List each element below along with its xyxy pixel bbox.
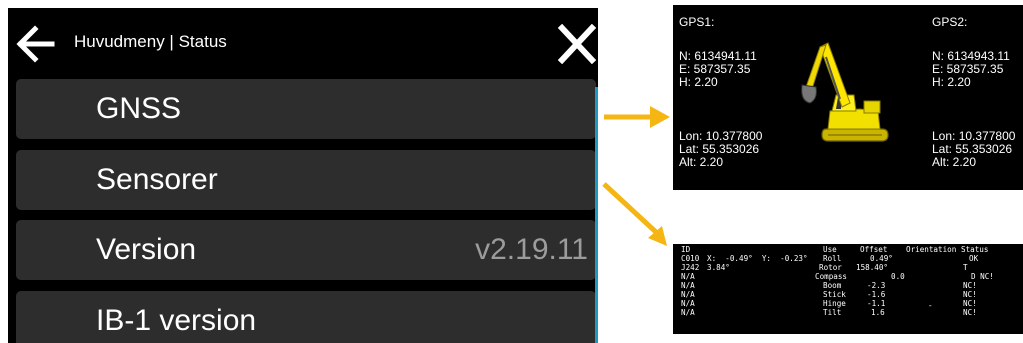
sensor-status-panel: ID Use Offset Orientation Status C010 X:… <box>673 244 1023 334</box>
menu-item-sensorer[interactable]: Sensorer <box>16 150 596 210</box>
sensor-status: T <box>963 263 968 272</box>
sensor-offset: 158.40° <box>856 263 889 272</box>
menu-item-label: Version <box>96 233 197 266</box>
sensor-use: Tilt <box>823 308 842 317</box>
menu-item-version[interactable]: Version v2.19.11 <box>16 220 596 280</box>
menu-item-label: Sensorer <box>96 163 218 196</box>
menu-item-gnss[interactable]: GNSS <box>16 79 596 139</box>
gps1-heading: GPS1: <box>679 15 715 29</box>
version-value: v2.19.11 <box>475 233 588 266</box>
sensor-offset: -1.1 <box>867 299 886 308</box>
status-menu-screen: Huvudmeny | Status GNSS Sensorer Version… <box>8 8 598 343</box>
arrow-down-right-icon <box>602 182 667 246</box>
close-icon <box>557 23 597 65</box>
gps1-height: H: 2.20 <box>679 75 718 89</box>
sensor-use: Boom <box>823 281 842 290</box>
sensor-id: C010 <box>681 254 700 263</box>
sensor-detail: X: -0.49° Y: -0.23° <box>707 254 808 263</box>
menu-item-ib1-version[interactable]: IB-1 version <box>16 291 596 343</box>
sensor-offset: 1.6 <box>871 308 885 317</box>
sensor-id: N/A <box>681 272 695 281</box>
sensor-status: OK <box>969 254 979 263</box>
menu-item-label: GNSS <box>96 92 182 125</box>
sensor-offset: -1.6 <box>867 290 886 299</box>
sensor-id: N/A <box>681 281 695 290</box>
sensor-use: Compass <box>815 272 848 281</box>
col-header-orientation: Orientation <box>906 245 957 254</box>
sensor-id: J242 <box>681 263 700 272</box>
sensor-id: N/A <box>681 290 695 299</box>
sensor-status: D NC! <box>971 272 994 281</box>
page-title: Huvudmeny | Status <box>74 32 227 51</box>
col-header-use: Use <box>823 245 837 254</box>
arrow-right-icon <box>604 106 670 128</box>
sensor-status: NC! <box>963 299 977 308</box>
scrollbar[interactable] <box>595 87 598 343</box>
col-header-id: ID <box>681 245 691 254</box>
col-header-status: Status <box>961 245 989 254</box>
sensor-offset: 0.49° <box>870 254 893 263</box>
sensor-offset: -2.3 <box>867 281 886 290</box>
gps2-alt: Alt: 2.20 <box>932 155 977 169</box>
sensor-use: Stick <box>823 290 846 299</box>
menu-item-label: IB-1 version <box>96 304 257 337</box>
sensor-detail: 3.84° <box>707 263 730 272</box>
sensor-use: Rotor <box>819 263 842 272</box>
gps2-heading: GPS2: <box>932 15 968 29</box>
col-header-offset: Offset <box>860 245 888 254</box>
sensor-status: NC! <box>963 290 977 299</box>
sensor-status: NC! <box>963 308 977 317</box>
close-button[interactable] <box>557 23 597 65</box>
sensor-offset: 0.0 <box>891 272 905 281</box>
arrow-left-icon <box>16 25 55 63</box>
sensor-id: N/A <box>681 308 695 317</box>
sensor-id: N/A <box>681 299 695 308</box>
sensor-use: Roll <box>823 254 842 263</box>
excavator-icon <box>801 42 889 142</box>
sensor-orientation: - <box>928 301 933 310</box>
back-button[interactable] <box>14 23 56 65</box>
sensor-status: NC! <box>963 281 977 290</box>
header-bar: Huvudmeny | Status <box>8 8 598 74</box>
gps-status-panel: GPS1: N: 6134941.11 E: 587357.35 H: 2.20… <box>673 5 1023 190</box>
gps2-height: H: 2.20 <box>932 75 971 89</box>
gps1-alt: Alt: 2.20 <box>679 155 724 169</box>
sensor-use: Hinge <box>823 299 846 308</box>
